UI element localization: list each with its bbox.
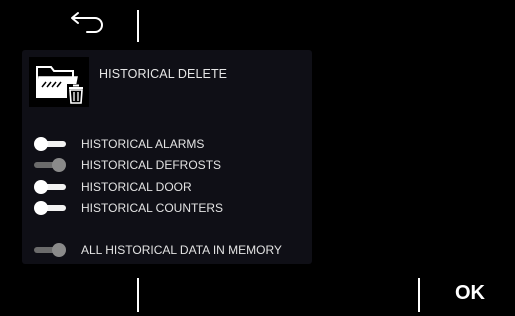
row-historical-door: HISTORICAL DOOR [32, 179, 192, 195]
back-arrow-icon [71, 12, 103, 33]
toggle-knob [52, 243, 66, 257]
bottom-right-divider [418, 278, 420, 312]
row-historical-alarms: HISTORICAL ALARMS [32, 136, 204, 152]
label-all-historical-data: ALL HISTORICAL DATA IN MEMORY [81, 243, 282, 257]
ok-button[interactable]: OK [440, 278, 500, 308]
bottom-left-divider [137, 278, 139, 312]
historical-delete-icon [26, 55, 92, 109]
toggle-historical-alarms[interactable] [32, 136, 67, 152]
toggle-historical-door[interactable] [32, 179, 67, 195]
label-historical-alarms: HISTORICAL ALARMS [81, 137, 205, 151]
toggle-knob [34, 201, 48, 215]
top-divider [137, 10, 139, 42]
toggle-historical-defrosts[interactable] [32, 157, 67, 173]
row-historical-defrosts: HISTORICAL DEFROSTS [32, 157, 221, 173]
label-historical-defrosts: HISTORICAL DEFROSTS [81, 158, 222, 172]
back-button[interactable] [60, 8, 108, 38]
toggle-knob [34, 137, 48, 151]
toggle-knob [52, 158, 66, 172]
label-historical-counters: HISTORICAL COUNTERS [81, 201, 224, 215]
toggle-historical-counters[interactable] [32, 200, 67, 216]
row-historical-counters: HISTORICAL COUNTERS [32, 200, 223, 216]
toggle-all-historical-data[interactable] [32, 242, 67, 258]
label-historical-door: HISTORICAL DOOR [81, 180, 192, 194]
panel-title: HISTORICAL DELETE [99, 67, 228, 81]
toggle-knob [34, 180, 48, 194]
row-all-historical-data: ALL HISTORICAL DATA IN MEMORY [32, 242, 282, 258]
